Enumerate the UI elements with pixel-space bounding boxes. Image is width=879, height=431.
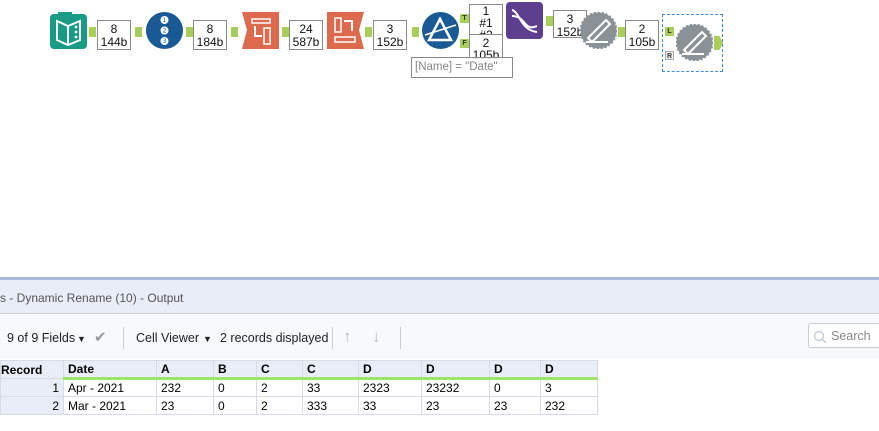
table-cell[interactable]: 23	[421, 396, 490, 415]
table-header-row: Record Date A B C C D D D D	[0, 360, 598, 380]
table-cell[interactable]: 23	[489, 396, 541, 415]
column-header[interactable]: D	[489, 360, 541, 380]
filter-prism-icon	[422, 12, 459, 49]
records-displayed: 2 records displayed	[220, 331, 329, 345]
column-header[interactable]: Record	[0, 360, 64, 379]
dynamic-rename-icon	[676, 24, 713, 61]
table-cell[interactable]: 33	[358, 396, 422, 415]
table-cell[interactable]: Apr - 2021	[63, 378, 157, 397]
regex-tool[interactable]	[506, 2, 543, 39]
record-number: 1	[0, 378, 64, 397]
column-header[interactable]: D	[540, 360, 598, 380]
transpose-icon	[242, 12, 279, 49]
table-cell[interactable]: 0	[213, 378, 257, 397]
svg-text:3: 3	[163, 38, 167, 45]
true-anchor[interactable]: T	[460, 14, 469, 23]
search-icon	[813, 330, 827, 344]
table-cell[interactable]: 333	[302, 396, 359, 415]
column-header[interactable]: Date	[63, 360, 157, 380]
results-toolbar: 9 of 9 Fields ▼ ✔ Cell Viewer ▼ 2 record…	[0, 315, 879, 359]
record-id-tool[interactable]: 1 2 3	[146, 12, 183, 49]
table-cell[interactable]: 23	[156, 396, 214, 415]
filter-annotation: [Name] = "Date"	[411, 57, 513, 78]
table-row[interactable]: 1 Apr - 2021 232 0 2 33 2323 23232 0 3	[0, 378, 598, 397]
table-cell[interactable]: 23232	[421, 378, 490, 397]
arrow-down-icon[interactable]: ↓	[372, 327, 381, 347]
column-header[interactable]: D	[421, 360, 490, 380]
connection-label: 3 152b	[373, 20, 407, 50]
connection-label: 8 184b	[193, 20, 227, 50]
filter-tool[interactable]	[422, 12, 459, 49]
table-cell[interactable]: 3	[540, 378, 598, 397]
column-header[interactable]: A	[156, 360, 214, 380]
table-row[interactable]: 2 Mar - 2021 23 0 2 333 33 23 23 232	[0, 396, 598, 415]
arrow-up-icon[interactable]: ↑	[343, 327, 352, 347]
input-data-tool[interactable]	[50, 12, 87, 49]
numbered-list-icon: 1 2 3	[146, 12, 183, 49]
connection-label: 8 144b	[97, 20, 131, 50]
cross-tab-tool[interactable]	[327, 12, 364, 49]
checkmark-icon[interactable]: ✔	[94, 328, 107, 346]
table-cell[interactable]: 232	[156, 378, 214, 397]
chevron-down-icon[interactable]: ▼	[203, 334, 212, 344]
dynamic-rename-selected-tool[interactable]: L R	[662, 14, 723, 72]
workflow-canvas[interactable]: 8144b 1 2 3 8184b 24587b 3152b T F 1#1#2 2…	[0, 0, 879, 277]
results-table: Record Date A B C C D D D D 1 Apr - 2021…	[0, 360, 598, 415]
dynamic-rename-tool[interactable]	[579, 11, 618, 50]
left-anchor[interactable]: L	[665, 27, 674, 36]
table-cell[interactable]: 2	[256, 378, 303, 397]
cell-viewer-button[interactable]: Cell Viewer	[136, 331, 199, 345]
svg-text:1: 1	[163, 17, 167, 24]
table-cell[interactable]: 2	[256, 396, 303, 415]
column-header[interactable]: D	[358, 360, 422, 380]
connection-label: 24 587b	[289, 20, 323, 50]
table-cell[interactable]: 0	[489, 378, 541, 397]
record-number: 2	[0, 396, 64, 415]
chevron-down-icon[interactable]: ▼	[77, 334, 86, 344]
transpose-tool[interactable]	[242, 12, 279, 49]
table-cell[interactable]: Mar - 2021	[63, 396, 157, 415]
table-cell[interactable]: 232	[540, 396, 598, 415]
svg-text:2: 2	[163, 28, 167, 35]
connection-label: 2 105b	[625, 20, 659, 50]
right-anchor[interactable]: R	[665, 51, 674, 60]
results-title-bar: s - Dynamic Rename (10) - Output	[0, 280, 879, 314]
table-cell[interactable]: 2323	[358, 378, 422, 397]
book-icon	[50, 12, 87, 49]
connection-label: 1#1#2	[469, 4, 503, 41]
crosstab-icon	[327, 12, 364, 49]
column-header[interactable]: C	[256, 360, 303, 380]
false-anchor[interactable]: F	[460, 39, 469, 48]
table-cell[interactable]: 33	[302, 378, 359, 397]
results-title: s - Dynamic Rename (10) - Output	[0, 291, 184, 305]
dna-icon	[506, 2, 543, 39]
dynamic-rename-icon	[579, 11, 618, 50]
fields-selector[interactable]: 9 of 9 Fields	[7, 331, 75, 345]
search-placeholder: Search	[831, 329, 871, 343]
column-header[interactable]: C	[302, 360, 359, 380]
search-input[interactable]: Search	[808, 323, 879, 348]
table-cell[interactable]: 0	[213, 396, 257, 415]
column-header[interactable]: B	[213, 360, 257, 380]
